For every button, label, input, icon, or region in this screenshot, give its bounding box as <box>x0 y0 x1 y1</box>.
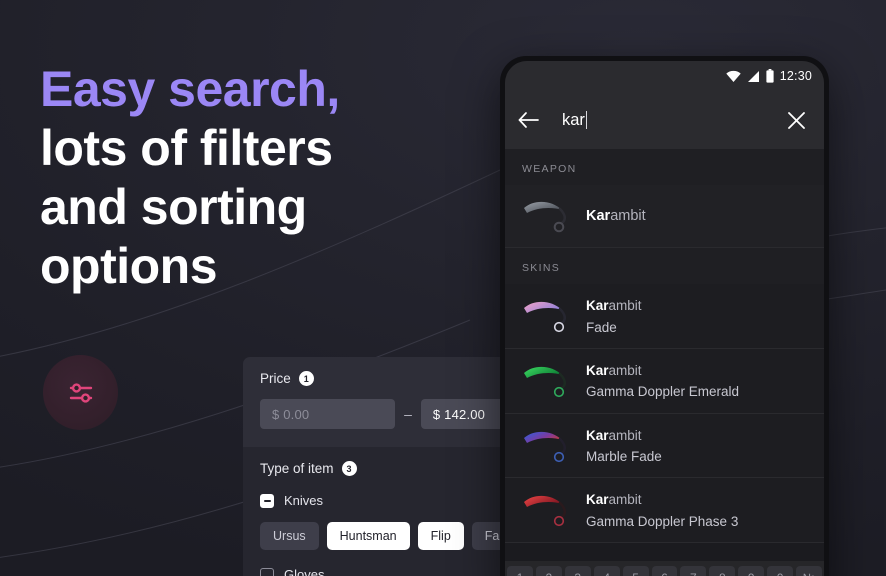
result-title-fade: Karambit <box>586 298 642 313</box>
hero-line-1: Easy search, <box>40 61 340 117</box>
price-badge: 1 <box>298 371 314 386</box>
result-text-emerald: Karambit Gamma Doppler Emerald <box>586 360 739 402</box>
match-rest: ambit <box>608 492 642 508</box>
arrow-left-icon[interactable] <box>518 111 540 129</box>
match-highlight: Kar <box>586 492 609 508</box>
search-bar[interactable]: kar <box>505 91 824 149</box>
knives-checkbox[interactable] <box>260 493 274 508</box>
key-2[interactable]: 2 <box>535 566 562 576</box>
match-highlight: Kar <box>586 208 611 224</box>
key-1[interactable]: 1 <box>507 566 533 576</box>
result-subtitle-fade: Fade <box>586 319 617 335</box>
key-5[interactable]: 5 <box>622 566 649 576</box>
result-row-weapon-karambit[interactable]: Karambit <box>505 185 824 248</box>
result-subtitle-phase-3: Gamma Doppler Phase 3 <box>586 514 739 530</box>
result-text-marble-fade: Karambit Marble Fade <box>586 425 662 467</box>
key-0[interactable]: 0 <box>767 566 794 576</box>
type-of-item-badge: 3 <box>341 461 357 476</box>
type-of-item-label: Type of item <box>260 461 334 476</box>
result-row-skin-gamma-doppler-emerald[interactable]: Karambit Gamma Doppler Emerald <box>505 348 824 414</box>
hero-line-3: and sorting <box>40 179 307 235</box>
knife-karambit-fade-icon <box>524 301 567 333</box>
key-6[interactable]: 6 <box>651 566 678 576</box>
knives-label: Knives <box>284 493 324 508</box>
key-3[interactable]: 3 <box>564 566 591 576</box>
text-caret <box>585 111 588 129</box>
section-label-skins: SKINS <box>505 248 824 284</box>
match-highlight: Kar <box>586 362 609 378</box>
phone-screen: 12:30 kar WEAPON Karambit SKINS Karambit… <box>505 61 824 576</box>
key-7[interactable]: 7 <box>680 566 707 576</box>
result-subtitle-marble-fade: Marble Fade <box>586 449 662 465</box>
key-8[interactable]: 8 <box>709 566 736 576</box>
match-highlight: Kar <box>586 298 609 313</box>
knife-karambit-vanilla-icon <box>524 201 567 233</box>
hero-line-2: lots of filters <box>40 120 333 176</box>
chip-huntsman[interactable]: Huntsman <box>326 522 410 550</box>
match-rest: ambit <box>608 298 642 313</box>
sliders-icon <box>69 382 92 403</box>
hero-line-4: options <box>40 238 218 294</box>
key-4[interactable]: 4 <box>593 566 620 576</box>
filter-badge <box>43 355 118 430</box>
result-title-emerald: Karambit <box>586 363 642 378</box>
result-row-skin-marble-fade[interactable]: Karambit Marble Fade <box>505 413 824 479</box>
chip-flip[interactable]: Flip <box>417 522 464 550</box>
knife-karambit-gamma-doppler-phase-3-icon <box>524 496 567 527</box>
battery-icon <box>766 69 774 83</box>
match-highlight: Kar <box>586 427 609 443</box>
gloves-checkbox[interactable] <box>260 567 274 576</box>
section-label-weapon: WEAPON <box>505 149 824 185</box>
match-rest: ambit <box>608 427 642 443</box>
hero-headline: Easy search, lots of filters and sorting… <box>40 60 470 296</box>
key-9[interactable]: 9 <box>738 566 765 576</box>
result-subtitle-emerald: Gamma Doppler Emerald <box>586 384 740 400</box>
promo-screenshot: Easy search, lots of filters and sorting… <box>0 0 886 576</box>
on-screen-keyboard[interactable]: 1 2 3 4 5 6 7 8 9 0 № <box>505 561 824 576</box>
result-title-phase-3: Karambit <box>586 492 642 507</box>
result-text-fade: Karambit Fade <box>586 295 642 337</box>
search-query-text: kar <box>562 110 585 129</box>
match-rest: ambit <box>608 362 642 378</box>
price-min-input[interactable]: $ 0.00 <box>260 399 396 429</box>
wifi-icon <box>726 70 741 82</box>
search-input[interactable]: kar <box>562 111 786 130</box>
result-row-skin-gamma-doppler-phase-3[interactable]: Karambit Gamma Doppler Phase 3 <box>505 478 824 544</box>
status-bar-clock: 12:30 <box>779 69 812 83</box>
gloves-label: Gloves <box>284 567 325 576</box>
key-numero[interactable]: № <box>796 566 822 576</box>
chip-ursus[interactable]: Ursus <box>260 522 319 550</box>
result-title-marble-fade: Karambit <box>586 428 642 443</box>
result-row-skin-fade[interactable]: Karambit Fade <box>505 284 824 349</box>
price-label: Price <box>260 371 291 386</box>
close-icon[interactable] <box>786 110 807 131</box>
price-range-separator: – <box>404 406 412 422</box>
knife-karambit-marble-fade-icon <box>524 431 567 462</box>
result-text-phase-3: Karambit Gamma Doppler Phase 3 <box>586 489 738 531</box>
knife-karambit-gamma-doppler-emerald-icon <box>524 366 567 397</box>
signal-icon <box>747 70 759 82</box>
match-rest: ambit <box>610 208 646 224</box>
status-bar: 12:30 <box>505 61 824 91</box>
phone-mockup: 12:30 kar WEAPON Karambit SKINS Karambit… <box>500 56 829 576</box>
result-title-weapon: Karambit <box>586 208 646 224</box>
